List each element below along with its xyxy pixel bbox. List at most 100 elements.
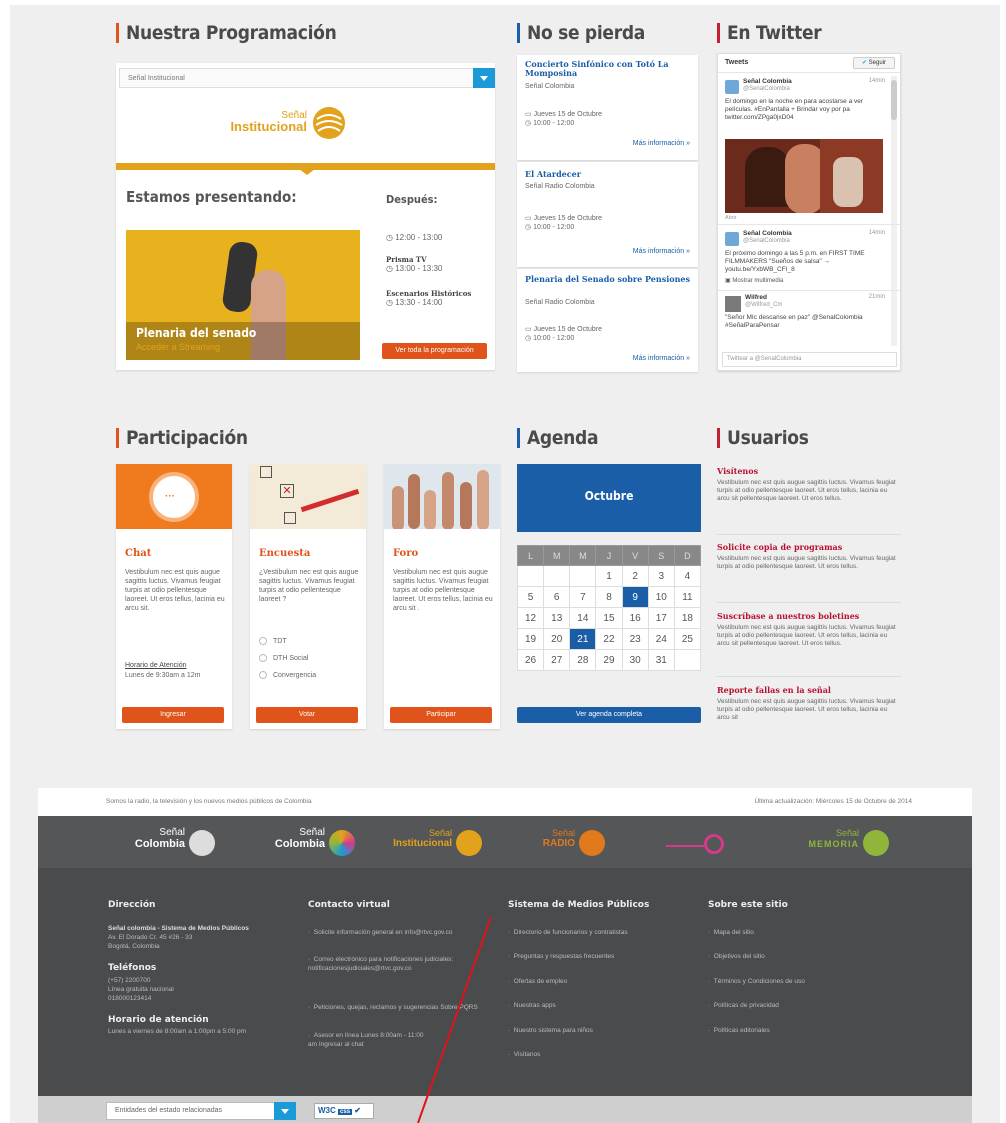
senal-institucional-footer-logo[interactable]: Señal Institucional [378, 826, 488, 860]
event-title[interactable]: Concierto Sinfónico con Totó La Momposin… [525, 60, 695, 78]
radio-icon[interactable] [259, 654, 267, 663]
footer-link[interactable]: · Nuestras apps [508, 1001, 556, 1010]
calendar-day[interactable]: 26 [516, 649, 545, 671]
footer-link[interactable]: · Preguntas y respuestas frecuentes [508, 952, 614, 961]
calendar-day[interactable]: 3 [647, 565, 675, 587]
schedule-item: ◷ 12:00 - 13:00 [386, 233, 491, 242]
calendar-day[interactable]: 2 [621, 565, 649, 587]
senal-colombia-color-logo[interactable]: Señal Colombia [253, 826, 363, 860]
footer-link[interactable]: · Políticas editoriales [708, 1026, 770, 1035]
senal-memoria-logo[interactable]: Señal MEMORIA [783, 826, 893, 860]
footer-link[interactable]: · Peticiones, quejas, reclamos y sugeren… [308, 1003, 478, 1012]
calendar-day[interactable]: 27 [543, 649, 571, 671]
calendar-day[interactable]: 28 [569, 649, 597, 671]
radio-icon[interactable] [259, 671, 267, 680]
senal-colombia-logo[interactable]: Señal Colombia [113, 826, 223, 860]
calendar-day[interactable]: 7 [569, 586, 597, 608]
foro-card: Foro Vestibulum nec est quis augue sagit… [384, 464, 500, 729]
footer-link[interactable]: · Objetivos del sitio [708, 952, 765, 961]
footer-link[interactable]: · Directorio de funcionarios y contratis… [508, 928, 628, 937]
survey-option[interactable]: TDT [259, 637, 287, 646]
photo-caption[interactable]: Abrir [725, 215, 737, 221]
usuarios-item-title[interactable]: Visítenos [717, 466, 901, 476]
usuarios-item-title[interactable]: Suscríbase a nuestros boletines [717, 611, 901, 621]
tweet-author[interactable]: Señal Colombia [743, 230, 792, 237]
show-media-link[interactable]: ▣ Mostrar multimedia [725, 277, 783, 284]
tweet-input[interactable]: Twittear a @SenalColombia [722, 352, 897, 367]
event-title[interactable]: Plenaria del Senado sobre Pensiones [525, 275, 695, 284]
footer-link[interactable]: · Solicite información general en info@r… [308, 928, 478, 937]
survey-option[interactable]: DTH Social [259, 654, 308, 663]
calendar-day[interactable]: 17 [647, 607, 675, 629]
chat-ingresar-button[interactable]: Ingresar [122, 707, 224, 723]
calendar-day[interactable]: 9 [621, 586, 649, 608]
more-info-link[interactable]: Más información » [633, 140, 690, 147]
footer-link[interactable]: · Visítanos [508, 1050, 540, 1059]
calendar-day[interactable]: 11 [673, 586, 702, 608]
calendar-day[interactable]: 29 [595, 649, 623, 671]
chevron-down-icon[interactable] [473, 68, 495, 88]
calendar-day[interactable]: 8 [595, 586, 623, 608]
calendar-day[interactable]: 30 [621, 649, 649, 671]
tweet-author[interactable]: Wilfred [745, 294, 767, 301]
weekday-header: M [569, 545, 597, 566]
entidades-select[interactable]: Entidades del estado relacionadas [106, 1102, 296, 1120]
footer-link[interactable]: · Mapa del sitio [708, 928, 754, 937]
scrollbar[interactable] [891, 76, 897, 346]
calendar-day[interactable]: 12 [516, 607, 545, 629]
usuarios-item-title[interactable]: Reporte fallas en la señal [717, 685, 901, 695]
calendar-day[interactable]: 23 [621, 628, 649, 650]
calendar-day[interactable]: 1 [595, 565, 623, 587]
participar-button[interactable]: Participar [390, 707, 492, 723]
calendar-day[interactable]: 21 [569, 628, 597, 650]
footer-link[interactable]: · Políticas de privacidad [708, 1001, 779, 1010]
footer-link[interactable]: · Asesor en línea Lunes 8:00am - 11:00 a… [308, 1031, 428, 1049]
calendar-day[interactable]: 18 [673, 607, 702, 629]
agenda-title: Agenda [517, 428, 599, 448]
event-date: Jueves 15 de Octubre [533, 215, 603, 222]
chevron-down-icon[interactable] [274, 1102, 296, 1120]
calendar-day[interactable]: 22 [595, 628, 623, 650]
globe-icon [329, 830, 355, 856]
follow-button[interactable]: ✔ Seguir [853, 57, 895, 69]
footer-link[interactable]: · Nuestro sistema para niños [508, 1026, 593, 1035]
calendar-day[interactable]: 16 [621, 607, 649, 629]
calendar-day[interactable]: 19 [516, 628, 545, 650]
calendar-day[interactable]: 14 [569, 607, 597, 629]
calendar-day[interactable]: 5 [516, 586, 545, 608]
event-channel: Señal Radio Colombia [525, 183, 595, 190]
calendar-day[interactable]: 25 [673, 628, 702, 650]
calendar-empty-cell [516, 565, 545, 587]
twitter-widget: Tweets ✔ Seguir Señal Colombia @SenalCol… [717, 53, 901, 371]
calendar-day[interactable]: 4 [673, 565, 702, 587]
more-info-link[interactable]: Más información » [633, 248, 690, 255]
calendar-day[interactable]: 10 [647, 586, 675, 608]
w3c-badge[interactable]: W3C css ✔ [314, 1103, 374, 1119]
pink-channel-logo[interactable] [666, 830, 736, 860]
now-playing-image[interactable]: Plenaria del senado Acceder a Streaming [126, 230, 360, 360]
calendar-day[interactable]: 20 [543, 628, 571, 650]
votar-button[interactable]: Votar [256, 707, 358, 723]
streaming-link[interactable]: Acceder a Streaming [136, 342, 220, 352]
calendar-day[interactable]: 31 [647, 649, 675, 671]
survey-option[interactable]: Convergencia [259, 671, 316, 680]
calendar-day[interactable]: 24 [647, 628, 675, 650]
tweet-author[interactable]: Señal Colombia [743, 78, 792, 85]
footer-link[interactable]: · Ofertas de empleo [508, 977, 567, 986]
event-time: 10:00 - 12:00 [533, 335, 575, 342]
foro-banner [384, 464, 500, 529]
usuarios-item-title[interactable]: Solicite copia de programas [717, 542, 901, 552]
senal-radio-logo[interactable]: Señal RADIO [513, 826, 613, 860]
calendar-day[interactable]: 13 [543, 607, 571, 629]
more-info-link[interactable]: Más información » [633, 355, 690, 362]
calendar-day[interactable]: 6 [543, 586, 571, 608]
calendar-day[interactable]: 15 [595, 607, 623, 629]
radio-icon[interactable] [259, 637, 267, 646]
footer-link[interactable]: · Correo electrónico para notificaciones… [308, 955, 478, 973]
tweet-photo[interactable] [725, 139, 883, 213]
event-title[interactable]: El Atardecer [525, 170, 695, 179]
full-schedule-button[interactable]: Ver toda la programación [382, 343, 487, 359]
footer-link[interactable]: · Términos y Condiciones de uso [708, 977, 805, 986]
full-agenda-button[interactable]: Ver agenda completa [517, 707, 701, 723]
channel-select[interactable]: Señal Institucional [119, 68, 495, 88]
